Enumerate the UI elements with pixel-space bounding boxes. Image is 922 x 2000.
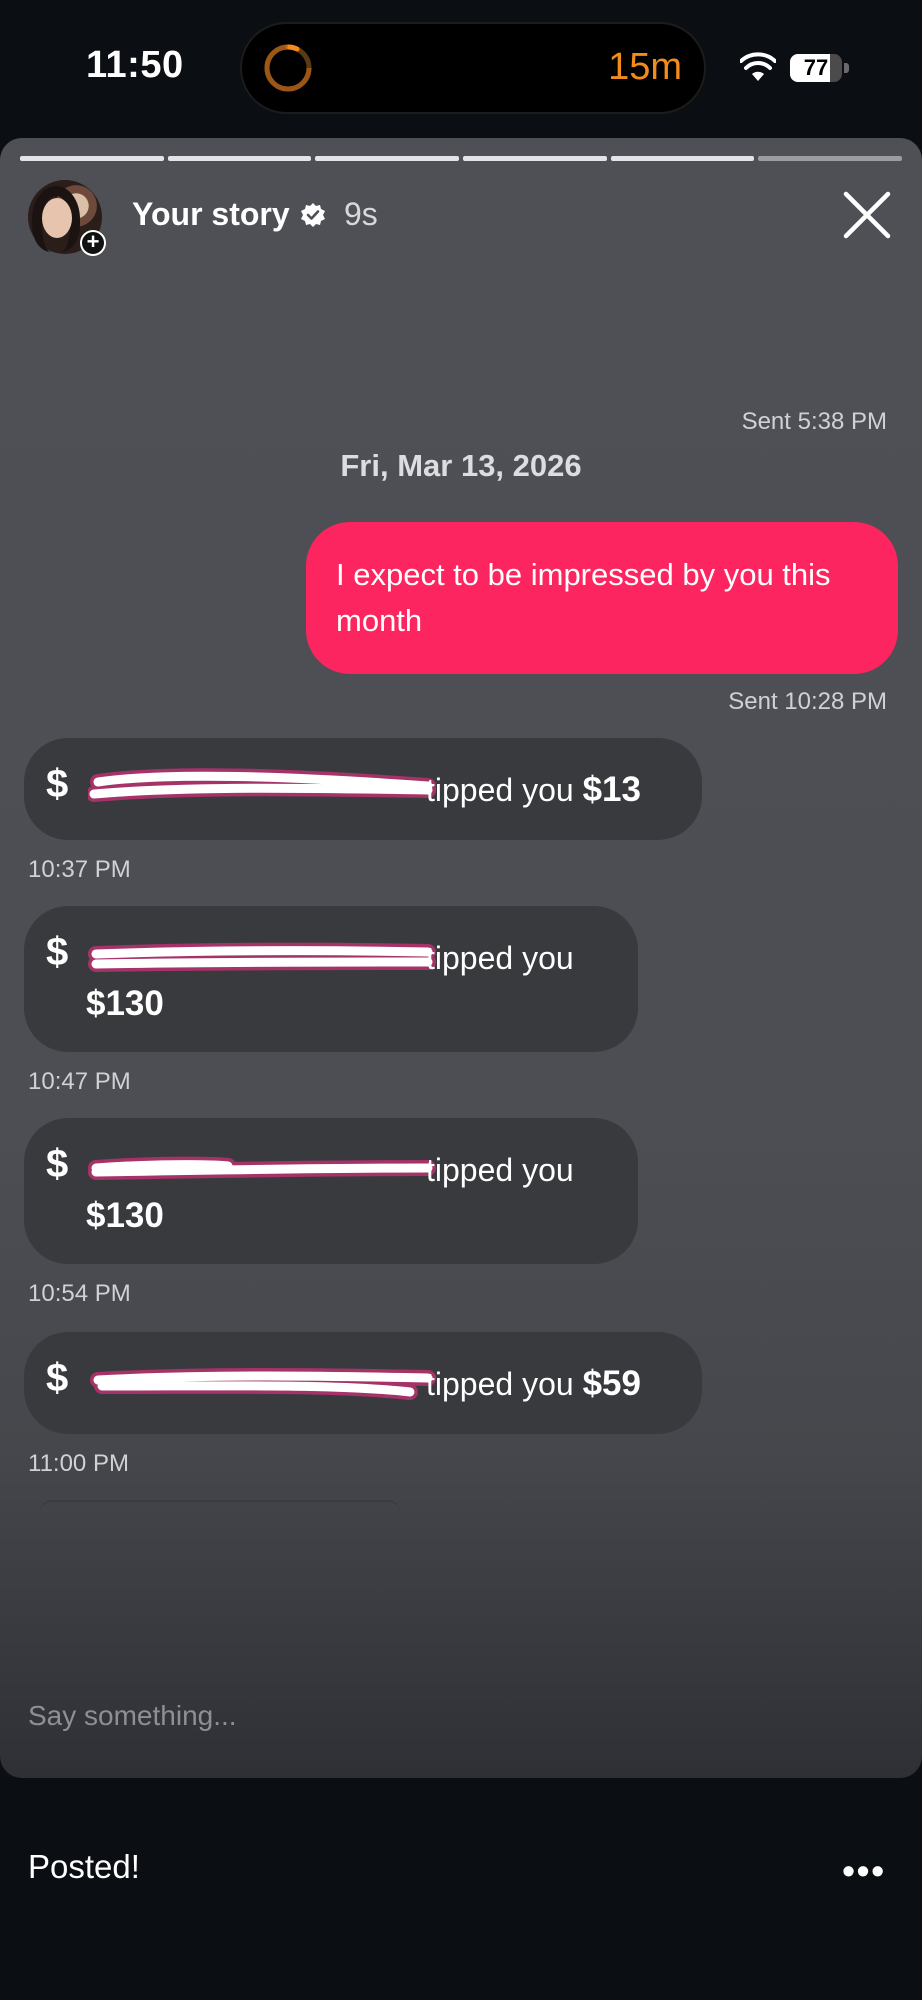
tip-amount: $130 <box>86 1196 164 1235</box>
more-options-icon[interactable]: ••• <box>842 1850 886 1892</box>
sent-timestamp: Sent 5:38 PM <box>741 408 887 435</box>
wifi-icon <box>740 52 776 81</box>
timer-ring-icon <box>264 44 312 92</box>
activity-timer: 15m <box>608 46 682 88</box>
tip-notification: $ tipped you $130 <box>24 906 638 1052</box>
sent-timestamp: Sent 10:28 PM <box>728 688 887 715</box>
reply-input[interactable]: Say something... <box>28 1700 237 1732</box>
verified-badge-icon <box>301 203 325 227</box>
tip-notification: $ tipped you $130 <box>24 1118 638 1264</box>
tip-notification: $ tipped you $59 <box>24 1332 702 1434</box>
tip-text: tipped you <box>426 772 574 808</box>
date-divider: Fri, Mar 13, 2026 <box>340 448 582 483</box>
dollar-icon: $ <box>46 762 69 806</box>
story-age: 9s <box>344 196 378 232</box>
outgoing-message: I expect to be impressed by you this mon… <box>306 522 898 674</box>
tip-text: tipped you <box>426 1366 574 1402</box>
dollar-icon: $ <box>46 930 69 974</box>
story-viewer[interactable]: + Your story 9s Sent 5:38 PM Fri, Mar 13… <box>0 138 922 1778</box>
dynamic-island[interactable]: 15m <box>240 22 706 114</box>
story-progress-bar <box>20 156 903 161</box>
story-progress-segment <box>758 156 903 161</box>
tip-notification: $ tipped you $13 <box>24 738 702 840</box>
redacted-username-scribble <box>90 1368 436 1400</box>
dollar-icon: $ <box>46 1142 69 1186</box>
story-progress-segment <box>20 156 164 161</box>
story-progress-segment <box>463 156 607 161</box>
story-header: + Your story 9s <box>28 180 894 256</box>
tip-timestamp: 10:47 PM <box>28 1068 131 1095</box>
status-bar: 11:50 15m 77 <box>0 0 922 138</box>
add-story-icon[interactable]: + <box>80 230 106 256</box>
tip-amount: $130 <box>86 984 164 1023</box>
tip-text: tipped you <box>426 1152 574 1188</box>
story-title[interactable]: Your story <box>132 196 290 233</box>
battery-icon: 77 <box>790 54 850 84</box>
close-icon[interactable] <box>840 188 894 242</box>
story-progress-segment <box>167 156 312 161</box>
tip-amount: $59 <box>582 1364 641 1403</box>
tip-amount: $13 <box>582 770 641 809</box>
tip-timestamp: 10:37 PM <box>28 856 131 883</box>
tip-timestamp: 11:00 PM <box>28 1450 129 1477</box>
tip-text: tipped you <box>426 940 574 976</box>
tip-timestamp: 10:54 PM <box>28 1280 131 1307</box>
dollar-icon: $ <box>46 1356 69 1400</box>
avatar[interactable]: + <box>28 180 106 256</box>
story-progress-segment <box>610 156 755 161</box>
cropped-bubble-edge <box>40 1500 400 1514</box>
redacted-username-scribble <box>88 768 436 802</box>
posted-status: Posted! <box>28 1848 140 1885</box>
redacted-username-scribble <box>88 1156 436 1180</box>
story-progress-segment <box>315 156 460 161</box>
clock-time: 11:50 <box>86 44 184 86</box>
battery-level: 77 <box>803 55 829 80</box>
redacted-username-scribble <box>88 942 436 972</box>
